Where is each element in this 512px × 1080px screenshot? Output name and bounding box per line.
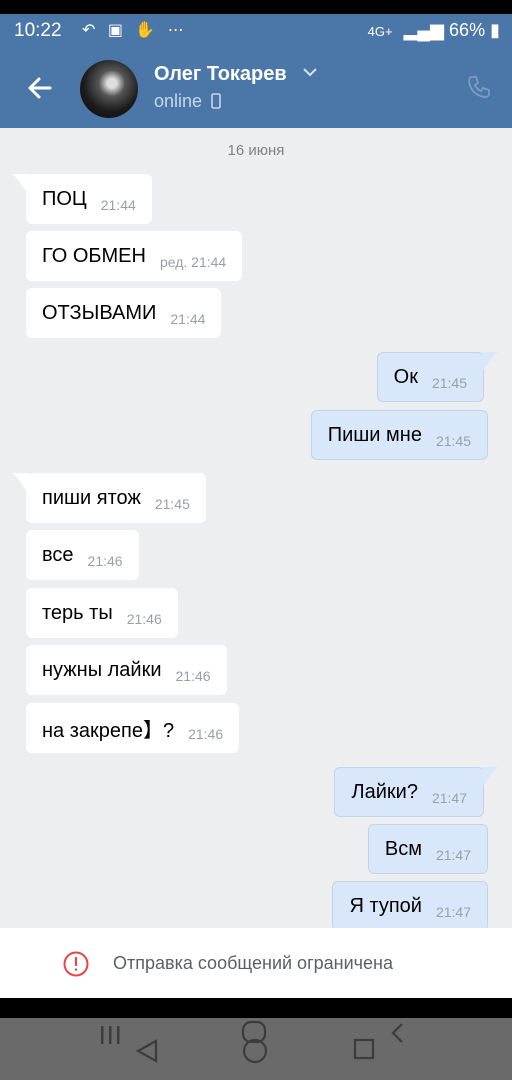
message-text: Пиши мне <box>327 423 422 446</box>
message-text: ПОЦ <box>42 187 87 210</box>
message-time: 21:45 <box>435 433 471 449</box>
message-text: Ок <box>393 365 418 388</box>
status-bar: 10:22 ↶ ▣ ✋ ⋯ 4G+ ▂▄▆ 66% ▮ <box>0 14 512 48</box>
battery-level: 66% <box>449 20 486 40</box>
chat-header: Олег Токарев online <box>0 48 512 128</box>
incoming-message[interactable]: на закрепе】? 21:46 <box>26 703 240 753</box>
message-time: 21:45 <box>154 496 190 512</box>
incoming-message[interactable]: все 21:46 <box>26 530 139 580</box>
home-icon[interactable] <box>240 1020 270 1064</box>
outgoing-message[interactable]: Лайки? 21:47 <box>334 767 484 817</box>
incoming-message[interactable]: терь ты 21:46 <box>26 588 178 638</box>
system-nav-bar <box>0 1018 512 1080</box>
back-triangle-icon[interactable] <box>134 1038 160 1064</box>
message-time: 21:47 <box>431 790 467 806</box>
message-time: 21:44 <box>170 311 206 327</box>
bubble-tail <box>12 473 28 493</box>
chevron-down-icon[interactable] <box>302 66 318 78</box>
message-time: 21:47 <box>435 904 471 920</box>
messaging-restricted-bar: Отправка сообщений ограничена <box>0 928 512 998</box>
outgoing-message[interactable]: Ок 21:45 <box>376 352 484 402</box>
message-text: Лайки? <box>351 780 418 803</box>
message-text: пиши ятож <box>42 486 141 509</box>
incoming-message[interactable]: ПОЦ 21:44 <box>26 174 152 224</box>
message-text: нужны лайки <box>42 658 162 681</box>
bubble-tail <box>482 767 498 787</box>
mobile-icon <box>211 93 221 109</box>
message-text: терь ты <box>42 601 113 624</box>
message-text: на закрепе】? <box>42 719 175 742</box>
outgoing-message[interactable]: Всм 21:47 <box>367 824 488 874</box>
contact-name[interactable]: Олег Токарев <box>154 63 287 86</box>
message-time: 21:46 <box>175 668 211 684</box>
avatar[interactable] <box>80 60 138 118</box>
notification-icons: ↶ ▣ ✋ ⋯ <box>82 22 188 39</box>
system-gap <box>0 998 512 1018</box>
warning-icon <box>63 951 89 977</box>
message-time: ред. 21:44 <box>159 254 227 270</box>
bubble-tail <box>12 174 28 194</box>
message-list[interactable]: 16 июня ПОЦ 21:44 ГО ОБМЕН ред. 21:44 ОТЗЫВА… <box>0 128 512 928</box>
back-arrow-icon[interactable] <box>24 72 56 104</box>
incoming-message[interactable]: нужны лайки 21:46 <box>26 645 227 695</box>
incoming-message[interactable]: пиши ятож 21:45 <box>26 473 206 523</box>
restriction-text: Отправка сообщений ограничена <box>113 953 393 973</box>
clock: 10:22 <box>14 20 62 41</box>
network-type: 4G+ <box>367 24 393 39</box>
incoming-message[interactable]: ОТЗЫВАМИ 21:44 <box>26 288 222 338</box>
message-time: 21:46 <box>87 553 123 569</box>
date-separator: 16 июня <box>227 142 285 159</box>
message-text: ГО ОБМЕН <box>42 244 146 267</box>
outgoing-message[interactable]: Пиши мне 21:45 <box>310 410 488 460</box>
message-time: 21:46 <box>188 726 224 742</box>
message-time: 21:47 <box>435 847 471 863</box>
message-text: ОТЗЫВАМИ <box>42 301 157 324</box>
incoming-message[interactable]: ГО ОБМЕН ред. 21:44 <box>26 231 243 281</box>
overview-icon[interactable] <box>352 1020 382 1064</box>
message-time: 21:46 <box>126 611 162 627</box>
online-status-text: online <box>154 91 203 111</box>
message-time: 21:44 <box>100 197 136 213</box>
phone-icon[interactable] <box>466 74 492 100</box>
bubble-tail <box>482 352 498 372</box>
message-time: 21:45 <box>431 375 467 391</box>
online-status: online <box>154 91 221 112</box>
status-right: 4G+ ▂▄▆ 66% ▮ <box>368 20 500 41</box>
recent-apps-icon[interactable] <box>98 1024 122 1046</box>
message-text: Я тупой <box>349 894 422 917</box>
outgoing-message[interactable]: Я тупой 21:47 <box>332 881 488 928</box>
battery-icon: ▮ <box>490 20 500 40</box>
chevron-left-icon[interactable] <box>388 1022 408 1044</box>
signal-icon: ▂▄▆ <box>403 20 445 40</box>
message-text: все <box>42 543 74 566</box>
message-text: Всм <box>384 837 422 860</box>
